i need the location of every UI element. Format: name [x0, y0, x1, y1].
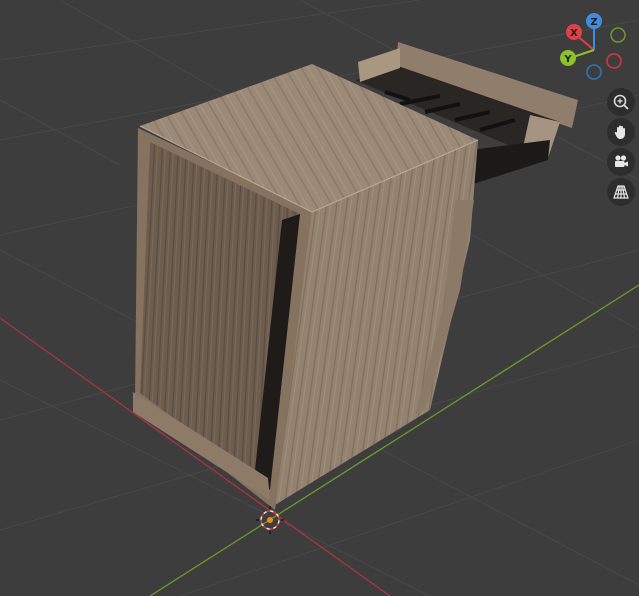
nightstand-model[interactable]	[133, 42, 578, 510]
orientation-gizmo[interactable]: Z X Y	[560, 13, 626, 80]
pan-icon[interactable]	[607, 118, 635, 146]
zoom-icon[interactable]	[607, 88, 635, 116]
gizmo-z-negative[interactable]	[586, 64, 602, 80]
3d-viewport[interactable]: Z X Y	[0, 0, 639, 596]
gizmo-y-negative[interactable]	[610, 27, 626, 43]
camera-icon[interactable]	[607, 148, 635, 176]
gizmo-x-label: X	[570, 28, 578, 39]
gizmo-x-negative[interactable]	[606, 53, 622, 69]
gizmo-z-label: Z	[590, 17, 597, 28]
perspective-icon[interactable]	[607, 178, 635, 206]
drawer-rail	[470, 140, 550, 185]
gizmo-y-label: Y	[563, 54, 572, 65]
